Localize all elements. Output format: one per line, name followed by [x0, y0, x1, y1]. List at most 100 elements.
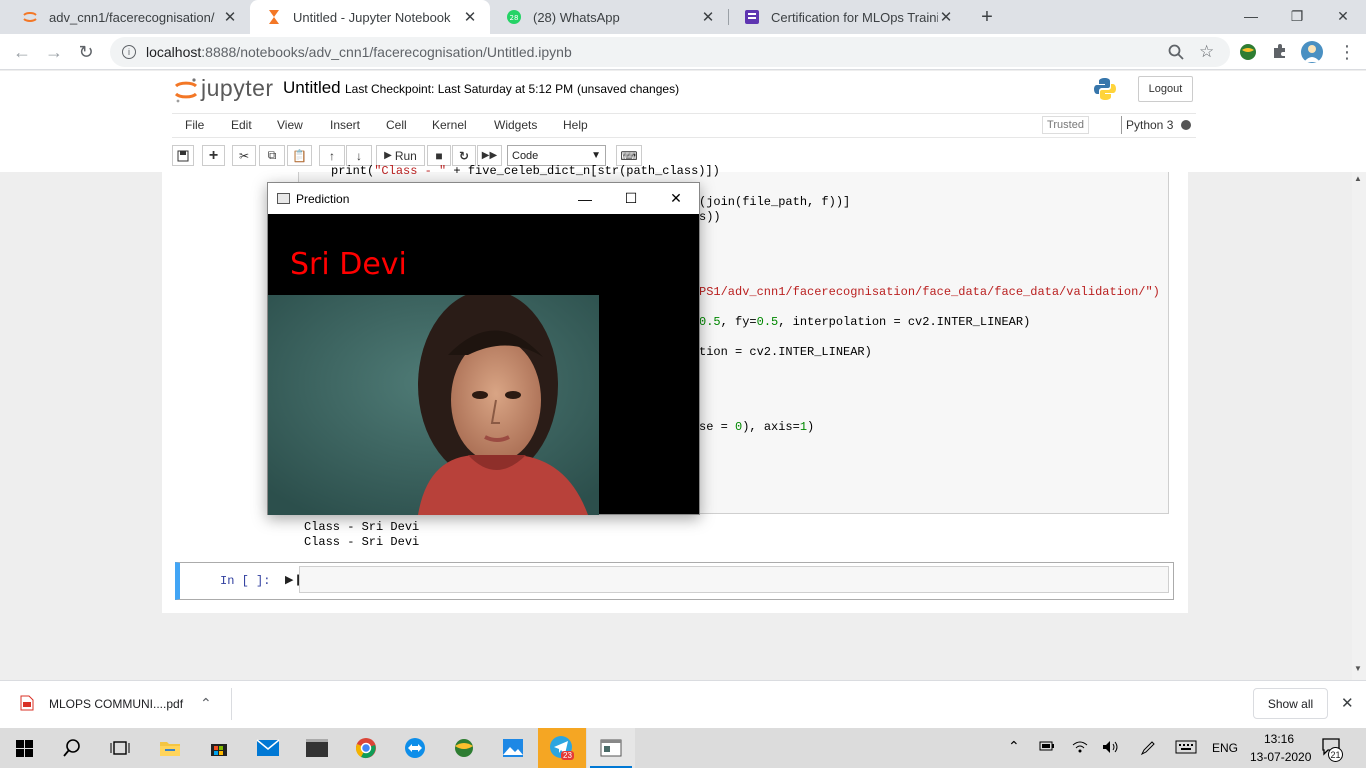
menu-widgets[interactable]: Widgets — [494, 118, 537, 132]
file-explorer-icon[interactable] — [146, 728, 194, 768]
move-down-icon[interactable]: ↓ — [346, 145, 372, 166]
minimize-window-button[interactable]: — — [1228, 0, 1274, 32]
close-tab-icon[interactable]: ✕ — [462, 8, 478, 26]
notification-count: 21 — [1328, 747, 1343, 762]
language-indicator[interactable]: ENG — [1212, 741, 1238, 755]
clock-date[interactable]: 13-07-2020 — [1250, 750, 1311, 764]
tray-chevron-up-icon[interactable]: ⌃ — [1008, 738, 1020, 755]
copy-icon[interactable]: ⧉ — [259, 145, 285, 166]
keyboard-tray-icon[interactable] — [1175, 740, 1197, 757]
minimize-icon[interactable]: — — [562, 183, 608, 214]
store-icon[interactable] — [195, 728, 243, 768]
notification-center-icon[interactable]: 21 — [1322, 738, 1344, 762]
scroll-up-icon[interactable]: ▲ — [1354, 174, 1362, 183]
notebook-title[interactable]: Untitled — [283, 78, 341, 98]
close-tab-icon[interactable]: ✕ — [938, 8, 954, 26]
input-prompt: In [ ]: — [220, 574, 271, 588]
tab-title: adv_cnn1/facerecognisation/ — [49, 9, 215, 25]
menu-file[interactable]: File — [185, 118, 204, 132]
menu-help[interactable]: Help — [563, 118, 588, 132]
windows-start-icon[interactable] — [0, 728, 48, 768]
pen-ink-icon[interactable] — [1140, 740, 1156, 759]
prediction-label: Sri Devi — [290, 247, 407, 282]
task-view-icon[interactable] — [96, 728, 144, 768]
mail-icon[interactable] — [244, 728, 292, 768]
keyboard-icon[interactable]: ⌨ — [616, 145, 642, 166]
restart-run-all-icon[interactable]: ▶▶ — [477, 145, 502, 166]
opencv-window-icon[interactable] — [587, 728, 635, 768]
forward-icon[interactable]: → — [40, 38, 68, 66]
shelf-divider — [231, 688, 232, 720]
chrome-icon[interactable] — [342, 728, 390, 768]
tab-mlops-training[interactable]: Certification for MLOps Training ✕ — [728, 0, 966, 34]
search-icon[interactable] — [48, 728, 96, 768]
menu-cell[interactable]: Cell — [386, 118, 407, 132]
menu-insert[interactable]: Insert — [330, 118, 360, 132]
profile-avatar[interactable] — [1301, 41, 1323, 63]
logout-button[interactable]: Logout — [1138, 76, 1193, 102]
hourglass-icon — [266, 9, 282, 25]
code-line: s)) — [699, 210, 721, 224]
clock-time[interactable]: 13:16 — [1264, 732, 1294, 746]
zoom-search-icon[interactable] — [1168, 44, 1184, 63]
code-line: 0.5, fy=0.5, interpolation = cv2.INTER_L… — [699, 315, 1031, 329]
maximize-icon[interactable]: ☐ — [608, 183, 654, 214]
tab-title: (28) WhatsApp — [533, 9, 620, 25]
close-window-button[interactable]: ✕ — [1320, 0, 1366, 32]
restart-icon[interactable]: ↻ — [452, 145, 476, 166]
chevron-up-icon[interactable]: ⌃ — [200, 695, 212, 712]
tab-whatsapp[interactable]: 28 (28) WhatsApp ✕ — [490, 0, 728, 34]
close-tab-icon[interactable]: ✕ — [700, 8, 716, 26]
prediction-window[interactable]: Prediction — ☐ ✕ Sri Devi — [267, 182, 700, 515]
terminal-icon[interactable] — [293, 728, 341, 768]
wifi-icon[interactable] — [1072, 740, 1088, 757]
teamviewer-icon[interactable] — [391, 728, 439, 768]
address-bar[interactable]: i localhost:8888/notebooks/adv_cnn1/face… — [110, 37, 1230, 67]
scroll-down-icon[interactable]: ▼ — [1354, 664, 1362, 673]
cell-input-editor[interactable] — [299, 566, 1169, 593]
show-all-button[interactable]: Show all — [1253, 688, 1328, 719]
extension-globe-icon[interactable] — [1239, 43, 1257, 64]
save-icon[interactable] — [172, 145, 194, 166]
tab-jupyter-tree[interactable]: adv_cnn1/facerecognisation/ ✕ — [6, 0, 250, 34]
prediction-window-title: Prediction — [296, 191, 350, 206]
close-icon[interactable]: ✕ — [653, 183, 699, 214]
interrupt-icon[interactable]: ■ — [427, 145, 451, 166]
bookmark-star-icon[interactable]: ☆ — [1199, 42, 1214, 62]
volume-icon[interactable] — [1102, 740, 1120, 757]
run-button[interactable]: ▶ Run — [376, 145, 425, 166]
photos-icon[interactable] — [489, 728, 537, 768]
code-line: se = 0), axis=1) — [699, 420, 815, 434]
scrollbar-thumb[interactable] — [1352, 172, 1366, 680]
tab-title: Untitled - Jupyter Notebook — [293, 9, 451, 25]
tab-untitled-notebook[interactable]: Untitled - Jupyter Notebook ✕ — [250, 0, 490, 34]
kernel-name[interactable]: Python 3 — [1126, 118, 1173, 132]
reload-icon[interactable]: ↻ — [72, 38, 100, 66]
jupyter-logo-icon[interactable] — [174, 76, 198, 107]
restore-window-button[interactable]: ❐ — [1274, 0, 1320, 32]
new-tab-button[interactable]: + — [976, 6, 998, 28]
menu-edit[interactable]: Edit — [231, 118, 252, 132]
jupyter-tab-icon — [22, 9, 38, 25]
menu-view[interactable]: View — [277, 118, 303, 132]
paste-icon[interactable]: 📋 — [287, 145, 312, 166]
trusted-indicator[interactable]: Trusted — [1042, 116, 1089, 134]
face-image — [268, 295, 599, 515]
telegram-icon[interactable]: 23 — [538, 728, 586, 768]
kernel-status-icon — [1181, 120, 1191, 130]
add-cell-icon[interactable]: + — [202, 145, 225, 166]
battery-icon[interactable] — [1039, 740, 1055, 755]
globe-app-icon[interactable] — [440, 728, 488, 768]
menu-kernel[interactable]: Kernel — [432, 118, 467, 132]
cell-type-select[interactable]: Code ▼ — [507, 145, 606, 166]
code-line: tion = cv2.INTER_LINEAR) — [699, 345, 872, 359]
browser-menu-icon[interactable]: ⋮ — [1338, 42, 1356, 63]
back-icon[interactable]: ← — [8, 38, 36, 66]
close-shelf-icon[interactable]: ✕ — [1341, 694, 1354, 712]
svg-text:28: 28 — [510, 14, 519, 22]
download-filename[interactable]: MLOPS COMMUNI....pdf — [49, 697, 183, 711]
extensions-puzzle-icon[interactable] — [1271, 43, 1288, 63]
cut-icon[interactable]: ✂ — [232, 145, 256, 166]
move-up-icon[interactable]: ↑ — [319, 145, 345, 166]
close-tab-icon[interactable]: ✕ — [222, 8, 238, 26]
